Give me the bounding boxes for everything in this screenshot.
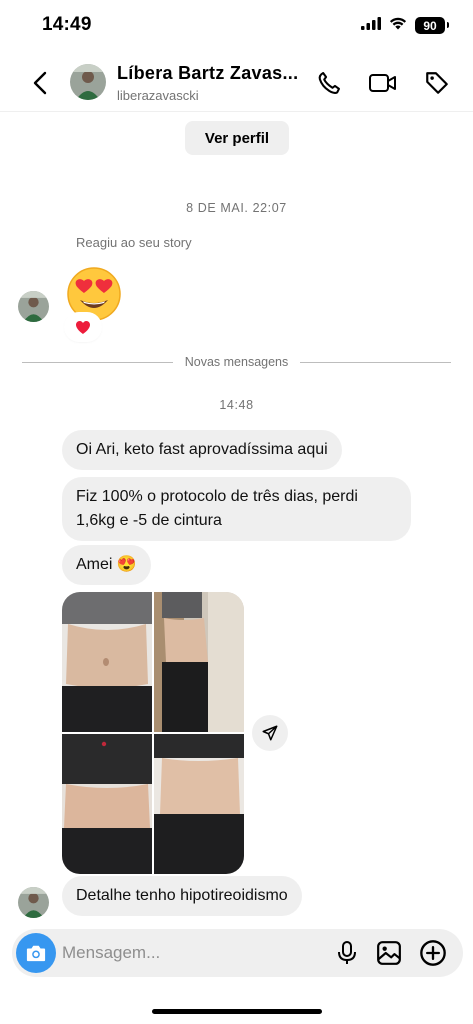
contact-username[interactable]: liberazavascki bbox=[117, 88, 199, 103]
status-bar: 14:49 90 bbox=[0, 0, 473, 52]
photo-message[interactable] bbox=[62, 592, 244, 874]
divider-line bbox=[300, 361, 451, 363]
divider-line bbox=[22, 361, 173, 363]
microphone-icon[interactable] bbox=[331, 937, 363, 969]
message-composer bbox=[12, 929, 463, 977]
home-indicator bbox=[152, 1009, 322, 1014]
reaction-badge[interactable] bbox=[66, 314, 100, 340]
new-messages-divider: Novas mensagens bbox=[22, 354, 451, 370]
story-reaction-label: Reagiu ao seu story bbox=[76, 235, 192, 250]
chat-header: Líbera Bartz Zavas... liberazavascki bbox=[0, 56, 473, 112]
avatar[interactable] bbox=[18, 291, 49, 322]
message-input[interactable] bbox=[62, 929, 322, 977]
message-text: Fiz 100% o protocolo de três dias, perdi bbox=[76, 488, 358, 505]
gallery-icon[interactable] bbox=[373, 937, 405, 969]
video-icon[interactable] bbox=[367, 67, 399, 99]
signal-icon bbox=[361, 16, 381, 35]
message-text: Oi Ari, keto fast aprovadíssima aqui bbox=[76, 441, 328, 458]
message-bubble[interactable]: Oi Ari, keto fast aprovadíssima aqui bbox=[62, 430, 342, 470]
photo-grid-image bbox=[62, 592, 244, 874]
avatar[interactable] bbox=[18, 887, 49, 918]
time-stamp: 14:48 bbox=[219, 398, 254, 412]
contact-name[interactable]: Líbera Bartz Zavas... bbox=[117, 63, 298, 84]
date-stamp: 8 DE MAI. 22:07 bbox=[186, 201, 287, 215]
view-profile-button[interactable]: Ver perfil bbox=[185, 121, 289, 155]
message-text: Detalhe tenho hipotireoidismo bbox=[76, 887, 288, 904]
new-messages-label: Novas mensagens bbox=[184, 355, 289, 369]
back-icon[interactable] bbox=[26, 68, 54, 98]
battery-icon: 90 bbox=[415, 17, 449, 34]
message-text: Amei bbox=[76, 556, 113, 573]
message-bubble[interactable]: Amei 😍 bbox=[62, 545, 151, 585]
avatar[interactable] bbox=[70, 64, 106, 100]
message-text: 1,6kg e -5 de cintura bbox=[76, 512, 222, 529]
share-icon[interactable] bbox=[252, 715, 288, 751]
message-bubble[interactable]: Fiz 100% o protocolo de três dias, perdi… bbox=[62, 477, 411, 541]
message-bubble[interactable]: Detalhe tenho hipotireoidismo bbox=[62, 876, 302, 916]
tag-icon[interactable] bbox=[421, 67, 453, 99]
heart-eyes-emoji: 😍 bbox=[116, 556, 137, 573]
add-icon[interactable] bbox=[417, 937, 449, 969]
status-icons: 90 bbox=[361, 16, 449, 35]
phone-icon[interactable] bbox=[313, 67, 345, 99]
wifi-icon bbox=[389, 16, 407, 35]
status-time: 14:49 bbox=[42, 14, 92, 35]
camera-icon[interactable] bbox=[16, 933, 56, 973]
